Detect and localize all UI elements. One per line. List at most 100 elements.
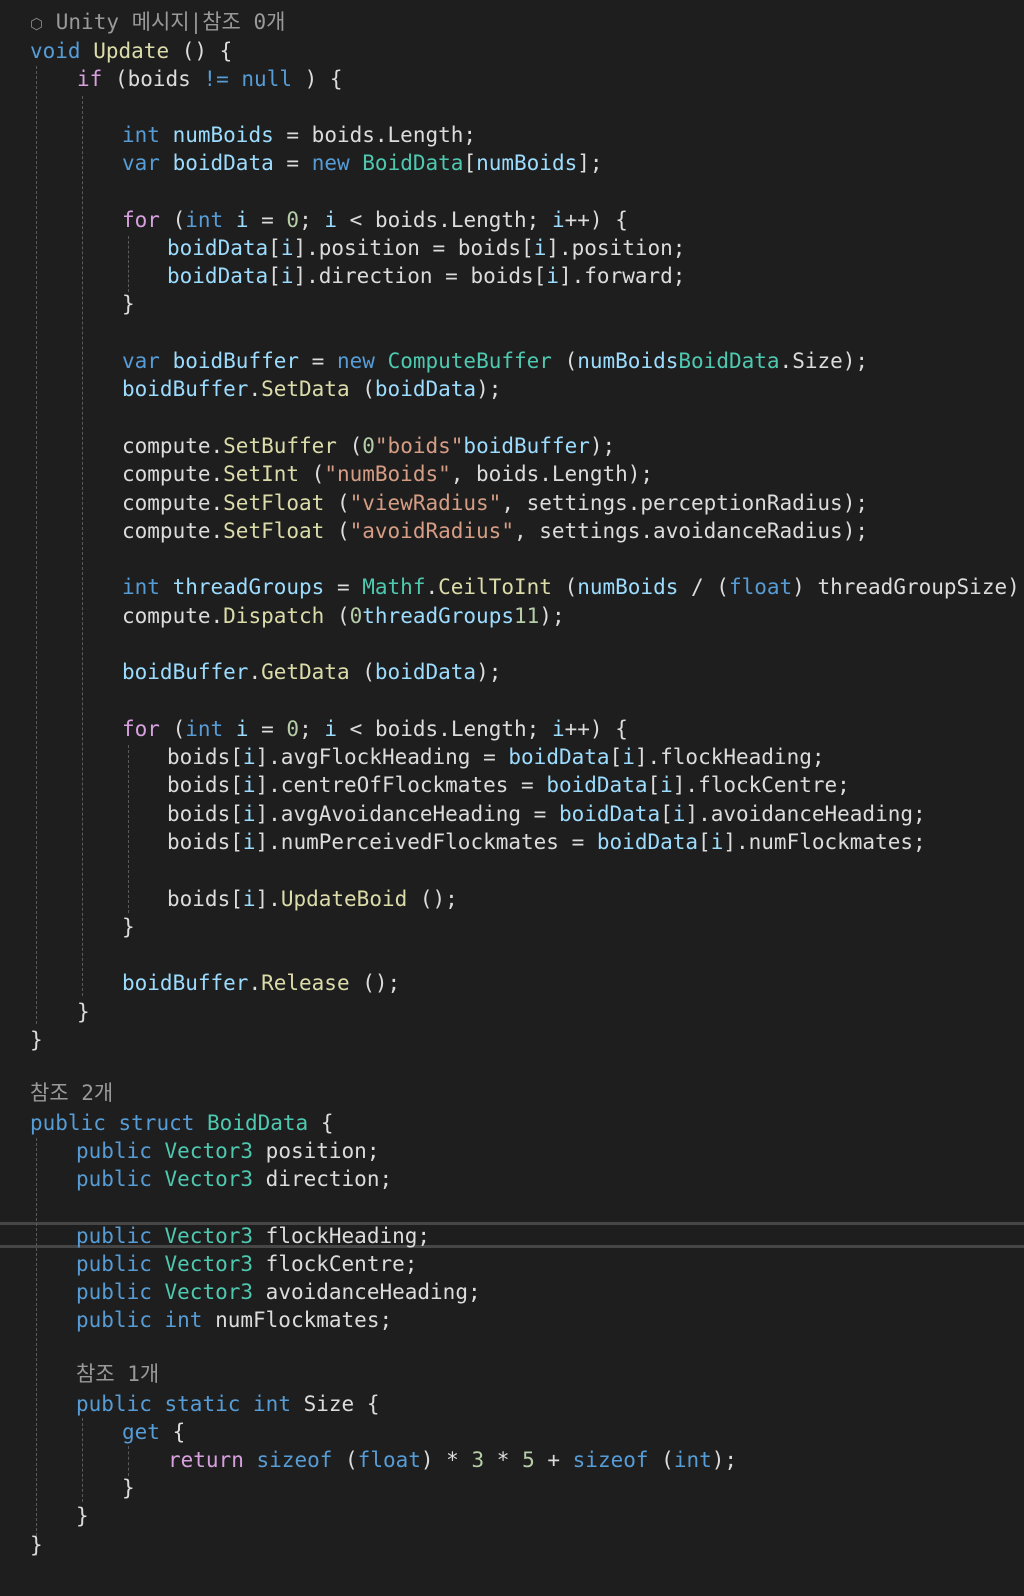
code-token: 0 bbox=[362, 434, 375, 458]
code-lens-size[interactable]: 참조 1개 bbox=[76, 1360, 159, 1388]
code-token: ].numPerceivedFlockmates = bbox=[255, 830, 597, 854]
code-token: ].centreOfFlockmates = bbox=[255, 773, 547, 797]
code-token: * bbox=[484, 1448, 523, 1472]
code-token: flockHeading; bbox=[253, 1224, 431, 1248]
code-token: i bbox=[280, 236, 294, 260]
code-line-set-float-avoid: compute.SetFloat ("avoidRadius", setting… bbox=[122, 517, 868, 545]
code-token: ( bbox=[324, 491, 350, 515]
code-line-update-boid: boids[i].UpdateBoid (); bbox=[167, 885, 458, 913]
code-line-get-accessor: get { bbox=[122, 1418, 185, 1446]
code-token: Update bbox=[93, 39, 170, 63]
code-token: avoidanceHeading; bbox=[253, 1280, 481, 1304]
code-line-if-boids: if (boids != null ) { bbox=[77, 65, 343, 93]
code-token: i bbox=[280, 264, 294, 288]
code-token: 1 bbox=[526, 604, 540, 628]
code-token: BoidData bbox=[362, 151, 464, 175]
code-line-close-brace: } bbox=[30, 1531, 43, 1559]
code-token: 0 bbox=[286, 717, 300, 741]
code-token: if bbox=[77, 67, 103, 91]
code-token: boidData bbox=[374, 660, 477, 684]
code-token: SetData bbox=[261, 377, 350, 401]
code-token: compute. bbox=[122, 604, 224, 628]
code-lens-struct[interactable]: 참조 2개 bbox=[30, 1079, 113, 1107]
code-token: BoidData bbox=[678, 349, 780, 373]
code-line-field-position: public Vector3 position; bbox=[76, 1137, 379, 1165]
code-token: ]. bbox=[255, 887, 281, 911]
code-token: numBoids bbox=[577, 349, 679, 373]
code-line-boid-data: var boidData = new BoidData[numBoids]; bbox=[122, 149, 603, 177]
code-token: SetInt bbox=[223, 462, 300, 486]
code-token: position; bbox=[253, 1139, 380, 1163]
code-token: boidBuffer bbox=[122, 377, 249, 401]
code-token: [ bbox=[268, 236, 281, 260]
code-token: boidData bbox=[167, 236, 269, 260]
code-token: public bbox=[76, 1308, 152, 1332]
code-token: != bbox=[203, 67, 229, 91]
code-token: , settings.perceptionRadius); bbox=[501, 491, 868, 515]
code-token: public bbox=[76, 1224, 152, 1248]
code-token: threadGroups bbox=[362, 604, 514, 628]
code-token: Dispatch bbox=[223, 604, 325, 628]
code-token: ( bbox=[324, 604, 350, 628]
code-line-position: boidData[i].position = boids[i].position… bbox=[167, 234, 685, 262]
code-token: } bbox=[77, 1000, 90, 1024]
code-token: ].avgFlockHeading = bbox=[255, 745, 509, 769]
code-token: boids[ bbox=[167, 830, 243, 854]
code-token: = bbox=[324, 575, 363, 599]
code-token: } bbox=[122, 915, 135, 939]
code-token: 5 bbox=[522, 1448, 535, 1472]
code-token: int bbox=[122, 575, 160, 599]
code-token: ].position; bbox=[546, 236, 686, 260]
code-token: ( bbox=[332, 1448, 358, 1472]
code-token: null bbox=[241, 67, 292, 91]
code-token: i bbox=[242, 830, 256, 854]
code-line-set-int: compute.SetInt ("numBoids", boids.Length… bbox=[122, 460, 653, 488]
code-token: . bbox=[425, 575, 439, 599]
code-token: numBoids bbox=[577, 575, 679, 599]
code-token: Vector3 bbox=[164, 1224, 254, 1248]
code-token: numBoids bbox=[476, 151, 578, 175]
code-token: "numBoids" bbox=[324, 462, 451, 486]
code-editor[interactable]: Unity 메시지|참조 0개 참조 2개 참조 1개 void Update … bbox=[0, 0, 1024, 1596]
code-token: compute. bbox=[122, 434, 224, 458]
code-lens-update[interactable]: Unity 메시지|참조 0개 bbox=[30, 8, 285, 36]
code-token: [ bbox=[463, 151, 477, 175]
code-token: void bbox=[30, 39, 81, 63]
code-line-close-brace: } bbox=[122, 1474, 135, 1502]
code-token: compute. bbox=[122, 519, 224, 543]
code-line-for-loop: for (int i = 0; i < boids.Length; i++) { bbox=[122, 715, 628, 743]
code-token: Vector3 bbox=[164, 1252, 254, 1276]
code-line-struct-decl: public struct BoidData { bbox=[30, 1109, 333, 1137]
code-token: ); bbox=[476, 660, 502, 684]
code-token: ( bbox=[349, 660, 375, 684]
code-token: ; bbox=[299, 717, 325, 741]
code-line-release: boidBuffer.Release (); bbox=[122, 969, 400, 997]
code-token: i bbox=[533, 236, 547, 260]
code-token: < boids.Length; bbox=[337, 208, 552, 232]
code-token: int bbox=[673, 1448, 712, 1472]
code-token: (boids bbox=[102, 67, 204, 91]
code-line-avg-flock-heading: boids[i].avgFlockHeading = boidData[i].f… bbox=[167, 743, 825, 771]
code-token: float bbox=[728, 575, 793, 599]
code-token: i bbox=[672, 802, 686, 826]
code-token: + bbox=[534, 1448, 573, 1472]
code-token: BoidData bbox=[207, 1111, 309, 1135]
code-token: ( bbox=[159, 208, 186, 232]
code-line-direction: boidData[i].direction = boids[i].forward… bbox=[167, 262, 685, 290]
code-token: i bbox=[242, 802, 256, 826]
code-token: sizeof bbox=[572, 1448, 649, 1472]
indent-guide bbox=[128, 745, 129, 913]
code-token: i bbox=[242, 887, 256, 911]
code-token: boids[ bbox=[167, 745, 243, 769]
code-token: ++) { bbox=[564, 717, 628, 741]
indent-guide bbox=[128, 1446, 129, 1476]
code-line-field-avoidance-heading: public Vector3 avoidanceHeading; bbox=[76, 1278, 481, 1306]
code-token: i bbox=[546, 264, 559, 288]
